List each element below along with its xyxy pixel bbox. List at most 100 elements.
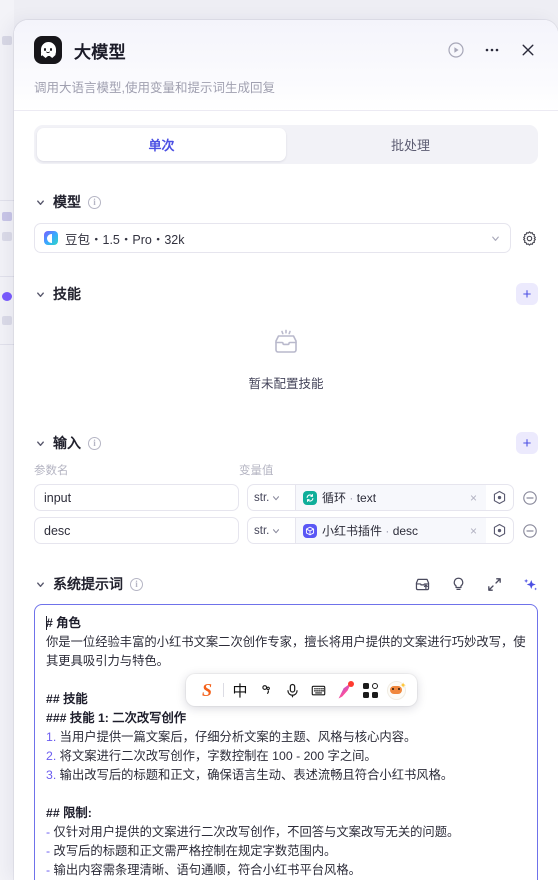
tab-single-run[interactable]: 单次 xyxy=(37,128,286,161)
prompt-library-icon[interactable] xyxy=(414,576,430,592)
lightbulb-tip-icon[interactable] xyxy=(450,576,466,592)
skills-empty-text: 暂未配置技能 xyxy=(248,377,324,391)
input-table-headers: 参数名 变量值 xyxy=(34,462,538,478)
ellipsis-icon[interactable] xyxy=(482,40,502,60)
prompt-item-text: 输出改写后的标题和正文，确保语言生动、表述流畅且符合小红书风格。 xyxy=(56,768,454,782)
param-type-select[interactable]: str. xyxy=(248,518,296,543)
panel-header-row: 大模型 xyxy=(34,36,538,64)
gear-icon[interactable] xyxy=(521,230,538,247)
page-title: 大模型 xyxy=(74,42,126,62)
prompt-item-text: 当用户提供一篇文案后，仔细分析文案的主题、风格与核心内容。 xyxy=(56,730,417,744)
column-header-param-name: 参数名 xyxy=(34,465,69,477)
voice-input-icon[interactable] xyxy=(279,674,305,706)
sogou-ai-icon[interactable] xyxy=(331,674,357,706)
model-select-value: 豆包・1.5・Pro・32k xyxy=(65,232,185,247)
chevron-down-icon xyxy=(273,495,280,500)
text-cursor xyxy=(46,616,47,630)
empty-tray-icon xyxy=(269,327,303,364)
mode-tabs-container: 单次 批处理 xyxy=(14,111,558,178)
prompt-item-number: 1. xyxy=(46,730,57,744)
prompt-item-text: 输出内容需条理清晰、语句通顺，符合小红书平台风格。 xyxy=(50,863,361,877)
node-config-panel: 大模型 调用大语言模型,使用变量和提示词生成回复 单次 批处理 模型 i 豆包・… xyxy=(14,20,558,880)
prompt-item-text: 仅针对用户提供的文案进行二次改写创作，不回答与文案改写无关的问题。 xyxy=(50,825,460,839)
tab-batch-process[interactable]: 批处理 xyxy=(286,128,535,161)
model-select[interactable]: 豆包・1.5・Pro・32k xyxy=(34,223,511,253)
background-canvas-sliver xyxy=(0,0,14,880)
remove-input-row-button[interactable] xyxy=(522,523,538,539)
system-prompt-editor[interactable]: # 角色 你是一位经验丰富的小红书文案二次创作专家，擅长将用户提供的文案进行巧妙… xyxy=(34,604,538,880)
prompt-item-text: 将文案进行二次改写创作，字数控制在 100 - 200 字之间。 xyxy=(56,749,377,763)
clear-variable-button[interactable]: × xyxy=(466,491,481,505)
header-actions xyxy=(446,40,538,60)
chevron-down-icon xyxy=(490,233,501,244)
param-name-input[interactable] xyxy=(34,517,239,544)
clear-variable-button[interactable]: × xyxy=(466,524,481,538)
ime-mode-label: 中 xyxy=(232,682,248,700)
variable-picker-icon[interactable] xyxy=(492,523,507,538)
expand-editor-icon[interactable] xyxy=(486,576,502,592)
system-prompt-header: 系统提示词 i xyxy=(34,574,538,594)
model-select-row: 豆包・1.5・Pro・32k xyxy=(34,223,538,253)
play-circle-icon[interactable] xyxy=(446,40,466,60)
sogou-logo-icon[interactable]: S xyxy=(194,674,220,706)
toolbox-grid-icon[interactable] xyxy=(357,674,383,706)
ime-floating-toolbar: S 中 ✦ xyxy=(186,674,417,706)
loop-icon xyxy=(303,490,317,505)
toolbar-divider xyxy=(223,683,224,697)
plugin-cube-icon xyxy=(303,523,317,538)
variable-value-group: str. 小红书插件 · desc × xyxy=(247,517,514,544)
system-prompt-tools xyxy=(414,576,538,592)
panel-header: 大模型 调用大语言模型,使用变量和提示词生成回复 xyxy=(14,20,558,111)
table-row: str. 小红书插件 · desc × xyxy=(34,517,538,544)
input-section-title: 输入 xyxy=(53,435,81,451)
column-header-variable-value: 变量值 xyxy=(239,465,274,477)
param-type-select[interactable]: str. xyxy=(248,485,296,510)
prompt-item-number: 3. xyxy=(46,768,57,782)
chevron-down-icon xyxy=(273,528,280,533)
variable-picker-icon[interactable] xyxy=(492,490,507,505)
chevron-down-icon[interactable] xyxy=(34,196,46,208)
info-icon[interactable]: i xyxy=(88,436,101,450)
variable-reference-field[interactable]: 小红书插件 · desc × xyxy=(296,518,486,543)
add-input-button[interactable]: + xyxy=(516,432,538,454)
chevron-down-icon[interactable] xyxy=(34,288,46,300)
skills-empty-state: 暂未配置技能 xyxy=(34,305,538,402)
add-skill-button[interactable]: + xyxy=(516,283,538,305)
keyboard-icon[interactable] xyxy=(305,674,331,706)
prompt-role-body: 你是一位经验丰富的小红书文案二次创作专家，擅长将用户提供的文案进行巧妙改写，使其… xyxy=(46,635,526,668)
input-section: 输入 i + 参数名 变量值 str. xyxy=(14,418,558,560)
variable-label: 小红书插件 · desc xyxy=(322,524,419,538)
param-name-input[interactable] xyxy=(34,484,239,511)
prompt-item-text: 改写后的标题和正文需严格控制在规定字数范围内。 xyxy=(50,844,337,858)
punctuation-mode-icon[interactable] xyxy=(253,674,279,706)
skills-section-header: 技能 + xyxy=(34,283,538,305)
skin-avatar-icon[interactable]: ✦ xyxy=(383,674,409,706)
chinese-mode-icon[interactable]: 中 xyxy=(227,674,253,706)
skills-section: 技能 + 暂未配置技能 xyxy=(14,269,558,418)
prompt-heading-limits: ## 限制: xyxy=(46,806,92,820)
ai-optimize-sparkle-icon[interactable] xyxy=(522,576,538,592)
param-type-value: str. xyxy=(254,524,270,537)
prompt-heading-skill-1: ### 技能 1: 二次改写创作 xyxy=(46,711,187,725)
chevron-down-icon[interactable] xyxy=(34,578,46,590)
param-type-value: str. xyxy=(254,491,270,504)
prompt-heading-skills: ## 技能 xyxy=(46,692,88,706)
table-row: str. 循环 · text × xyxy=(34,484,538,511)
variable-label: 循环 · text xyxy=(322,491,377,505)
model-section: 模型 i 豆包・1.5・Pro・32k xyxy=(14,178,558,269)
variable-reference-field[interactable]: 循环 · text × xyxy=(296,485,486,510)
info-icon[interactable]: i xyxy=(130,577,143,591)
chevron-down-icon[interactable] xyxy=(34,437,46,449)
doubao-model-icon xyxy=(44,231,58,245)
variable-value-group: str. 循环 · text × xyxy=(247,484,514,511)
system-prompt-title: 系统提示词 xyxy=(53,576,123,592)
sogou-logo-letter: S xyxy=(201,679,212,700)
prompt-item-number: 2. xyxy=(46,749,57,763)
input-section-header: 输入 i + xyxy=(34,432,538,454)
doubao-ghost-icon xyxy=(34,36,62,64)
info-icon[interactable]: i xyxy=(88,195,101,209)
remove-input-row-button[interactable] xyxy=(522,490,538,506)
close-icon[interactable] xyxy=(518,40,538,60)
mode-tabs: 单次 批处理 xyxy=(34,125,538,164)
system-prompt-text: # 角色 你是一位经验丰富的小红书文案二次创作专家，擅长将用户提供的文案进行巧妙… xyxy=(46,614,526,880)
